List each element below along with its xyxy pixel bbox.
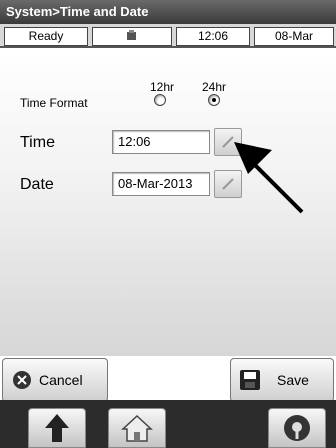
date-field[interactable]: 08-Mar-2013 xyxy=(112,172,210,196)
window-title: System>Time and Date xyxy=(0,0,336,24)
radio-12hr[interactable] xyxy=(154,94,166,106)
status-icon-cell xyxy=(92,27,172,46)
home-icon xyxy=(121,414,153,442)
pointer-arrow-icon xyxy=(234,142,304,214)
nav-back-button[interactable] xyxy=(28,408,86,448)
nav-home-button[interactable] xyxy=(108,408,166,448)
save-disk-icon xyxy=(240,370,260,390)
status-date: 08-Mar xyxy=(254,27,334,46)
time-field[interactable]: 12:06 xyxy=(112,130,210,154)
save-label: Save xyxy=(277,372,309,388)
status-state: Ready xyxy=(4,27,88,46)
date-label: Date xyxy=(20,176,54,193)
time-format-label: Time Format xyxy=(20,96,88,110)
device-status-icon xyxy=(127,30,136,40)
radio-24hr[interactable] xyxy=(208,94,220,106)
option-label-24hr: 24hr xyxy=(202,80,227,94)
time-label: Time xyxy=(20,134,55,151)
settings-icon xyxy=(284,415,310,441)
nav-settings-button[interactable] xyxy=(268,408,326,448)
cancel-button[interactable]: Cancel xyxy=(2,358,108,402)
option-label-12hr: 12hr xyxy=(150,80,175,94)
cancel-label: Cancel xyxy=(39,372,83,388)
bottom-nav xyxy=(0,400,336,448)
save-button[interactable]: Save xyxy=(230,358,334,402)
status-bar: Ready 12:06 08-Mar xyxy=(0,24,336,48)
cancel-icon xyxy=(13,371,31,389)
status-time: 12:06 xyxy=(176,27,250,46)
up-arrow-icon xyxy=(45,414,69,442)
